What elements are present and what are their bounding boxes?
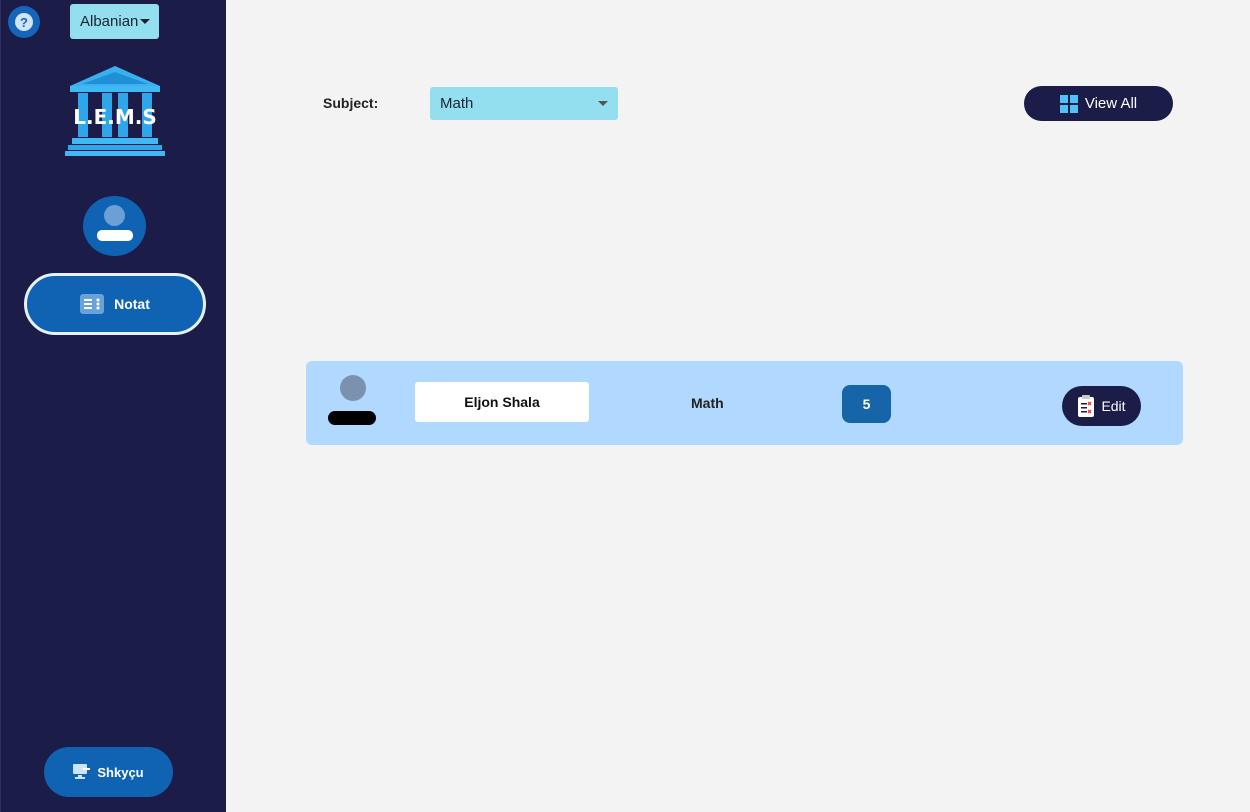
- sidebar: ? Albanian L.E.M.S Notat Shkyçu: [0, 0, 226, 812]
- chevron-down-icon: [598, 101, 608, 106]
- grid-icon: [1059, 94, 1078, 113]
- chevron-down-icon: [140, 19, 151, 24]
- subject-select[interactable]: Math: [430, 87, 618, 120]
- logo-text: L.E.M.S: [73, 105, 157, 129]
- edit-label: Edit: [1101, 398, 1126, 414]
- row-subject: Math: [691, 395, 724, 411]
- help-button[interactable]: ?: [8, 6, 40, 38]
- subject-select-value: Math: [440, 95, 474, 112]
- table-row: Eljon Shala Math 5 Edit: [306, 361, 1183, 445]
- user-avatar-icon: [326, 375, 378, 431]
- list-icon: [80, 294, 105, 314]
- view-all-label: View All: [1084, 95, 1138, 112]
- institution-building-icon: L.E.M.S: [65, 66, 165, 156]
- subject-label: Subject:: [323, 95, 379, 111]
- logout-button[interactable]: Shkyçu: [44, 747, 173, 797]
- grade-badge: 5: [842, 385, 891, 423]
- question-mark-icon: ?: [15, 13, 33, 31]
- nav-notat-button[interactable]: Notat: [24, 273, 206, 335]
- clipboard-edit-icon: [1078, 395, 1095, 417]
- view-all-button[interactable]: View All: [1024, 86, 1173, 121]
- logout-label: Shkyçu: [97, 764, 144, 780]
- language-select[interactable]: Albanian: [70, 4, 159, 39]
- student-name: Eljon Shala: [415, 382, 589, 422]
- nav-notat-label: Notat: [114, 296, 150, 312]
- logout-monitor-icon: [73, 764, 91, 779]
- user-avatar-icon: [83, 196, 146, 256]
- edit-button[interactable]: Edit: [1062, 386, 1141, 426]
- language-select-value: Albanian: [80, 13, 139, 30]
